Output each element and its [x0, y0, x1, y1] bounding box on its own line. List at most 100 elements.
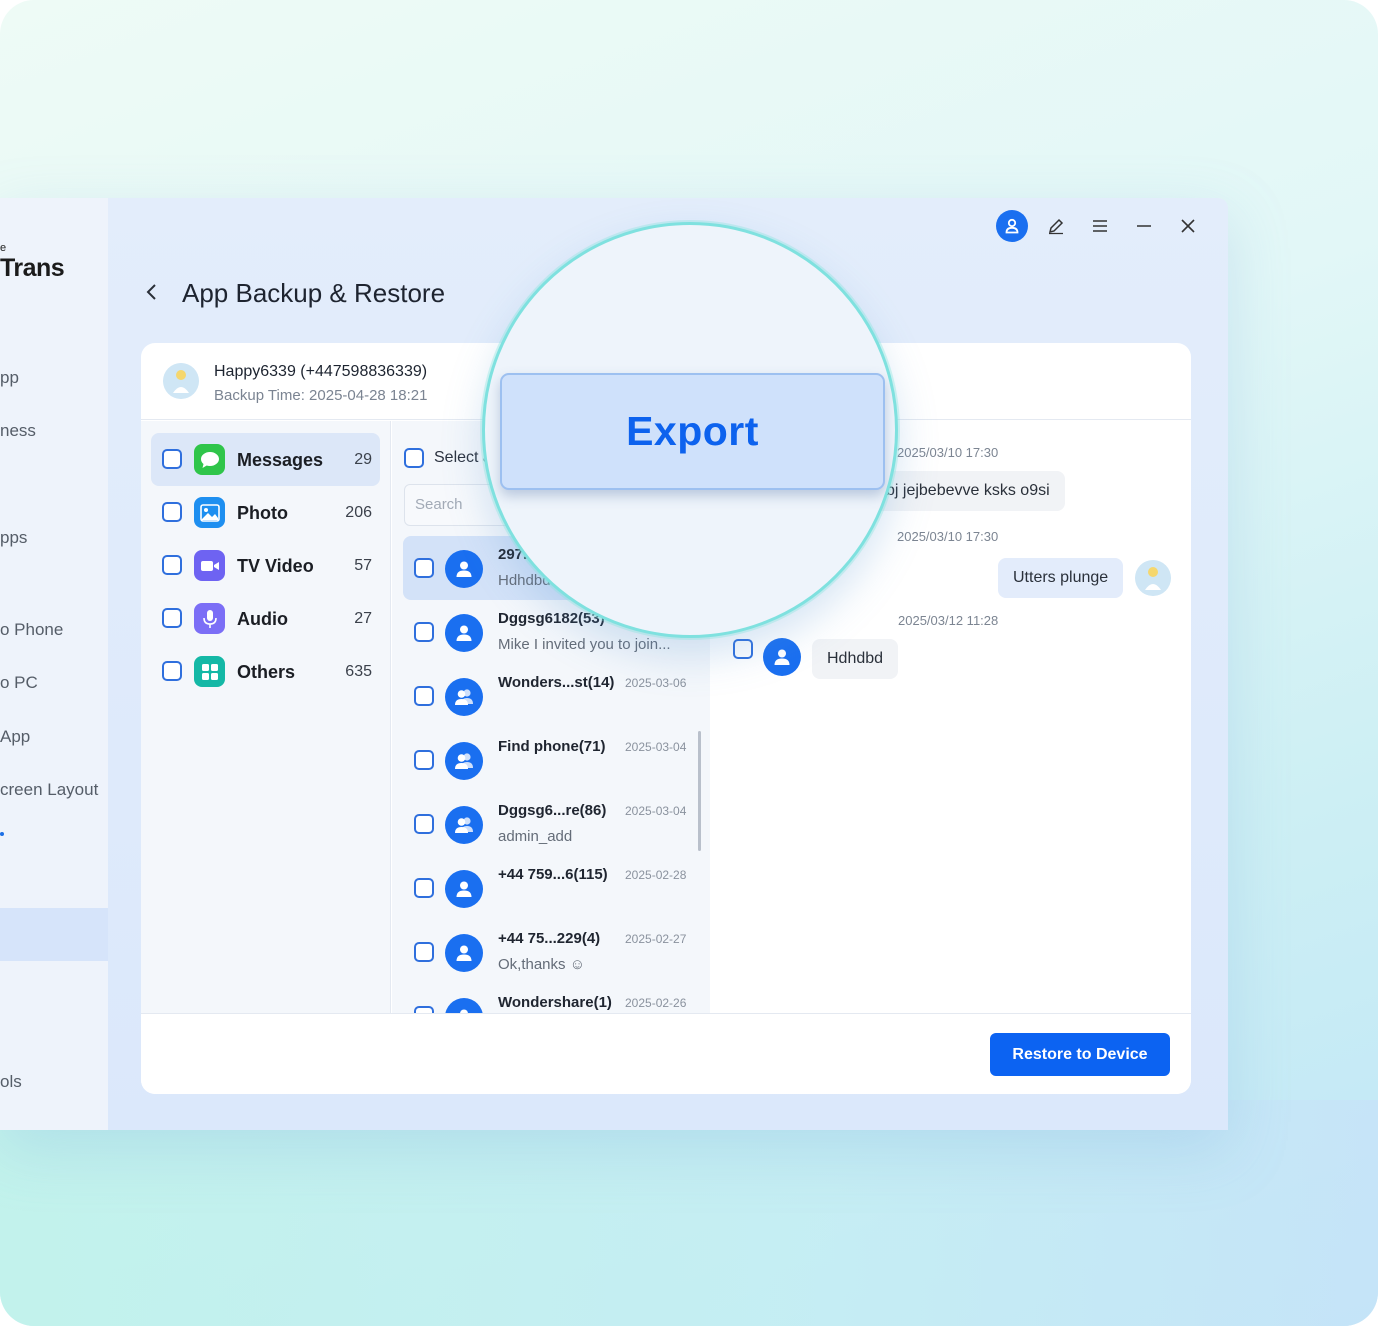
- conversation-name: Dggsg6182(53): [498, 610, 605, 627]
- conversation-preview: Ok,thanks ☺: [498, 956, 586, 973]
- conversation-name: Find phone(71): [498, 738, 606, 755]
- conversation-date: 2025-02-28: [625, 868, 687, 882]
- card-footer: Restore to Device: [141, 1013, 1191, 1094]
- sidebar-item[interactable]: ols: [0, 1072, 22, 1092]
- conversation-name: +44 759...6(115): [498, 866, 608, 883]
- conversation-date: 2025-03-04: [625, 804, 687, 818]
- conversation-name: +44 75...229(4): [498, 930, 601, 947]
- sidebar-item[interactable]: o PC: [0, 673, 38, 693]
- category-label: Photo: [237, 503, 288, 523]
- category-checkbox[interactable]: [162, 555, 182, 575]
- sidebar-item-active[interactable]: [0, 908, 108, 961]
- conversation-item[interactable]: +44 75...229(4) 2025-02-27 Ok,thanks ☺: [403, 920, 703, 984]
- search-placeholder: Search: [415, 496, 463, 513]
- conversation-checkbox[interactable]: [414, 878, 434, 898]
- conversation-date: 2025-02-26: [625, 996, 687, 1010]
- close-icon[interactable]: [1172, 210, 1204, 242]
- conversation-name: Wonders...st(14): [498, 674, 615, 691]
- conversation-date: 2025-03-04: [625, 740, 687, 754]
- back-chevron-icon[interactable]: [142, 278, 162, 308]
- category-checkbox[interactable]: [162, 502, 182, 522]
- category-photo[interactable]: Photo 206: [151, 486, 380, 539]
- sidebar: e Trans pp ness pps o Phone o PC App cre…: [0, 198, 108, 1130]
- conversation-item[interactable]: +44 759...6(115) 2025-02-28: [403, 856, 703, 920]
- sidebar-item[interactable]: ness: [0, 421, 36, 441]
- conversation-name: Dggsg6...re(86): [498, 802, 607, 819]
- photo-icon: [194, 497, 225, 528]
- category-checkbox[interactable]: [162, 661, 182, 681]
- category-audio[interactable]: Audio 27: [151, 592, 380, 645]
- select-all-checkbox[interactable]: [404, 448, 424, 468]
- background-glow: [0, 1100, 1378, 1326]
- list-scrollbar[interactable]: [698, 731, 701, 851]
- conversation-item[interactable]: Wonders...st(14) 2025-03-06: [403, 664, 703, 728]
- menu-icon[interactable]: [1084, 210, 1116, 242]
- group-avatar-icon: [445, 806, 483, 844]
- sidebar-item[interactable]: o Phone: [0, 620, 63, 640]
- conversation-item[interactable]: Dggsg6...re(86) 2025-03-04 admin_add: [403, 792, 703, 856]
- category-messages[interactable]: Messages 29: [151, 433, 380, 486]
- category-checkbox[interactable]: [162, 608, 182, 628]
- backup-account-name: Happy6339 (+447598836339): [214, 363, 428, 380]
- message-checkbox[interactable]: [733, 639, 753, 659]
- message-timestamp: 2025/03/12 11:28: [898, 613, 999, 628]
- category-list: Messages 29 Photo 206 TV Video 57 Audio …: [141, 421, 391, 1013]
- sidebar-item[interactable]: creen Layout: [0, 780, 98, 800]
- message-bubble: Hdhdbd: [812, 639, 899, 679]
- restore-to-device-button[interactable]: Restore to Device: [990, 1033, 1170, 1076]
- category-label: TV Video: [237, 556, 314, 576]
- video-icon: [194, 550, 225, 581]
- category-checkbox[interactable]: [162, 449, 182, 469]
- export-button[interactable]: Export: [500, 373, 885, 490]
- others-icon: [194, 656, 225, 687]
- contact-avatar-icon: [445, 614, 483, 652]
- conversation-checkbox[interactable]: [414, 622, 434, 642]
- category-count: 27: [354, 610, 372, 627]
- category-count: 635: [345, 663, 372, 680]
- account-icon[interactable]: [996, 210, 1028, 242]
- message-timestamp: 2025/03/10 17:30: [897, 445, 999, 460]
- avatar: [163, 363, 199, 399]
- category-count: 57: [354, 557, 372, 574]
- conversation-item[interactable]: Find phone(71) 2025-03-04: [403, 728, 703, 792]
- edit-icon[interactable]: [1040, 210, 1072, 242]
- window-toolbar: [996, 210, 1204, 242]
- messages-icon: [194, 444, 225, 475]
- category-label: Others: [237, 662, 296, 682]
- sidebar-item[interactable]: App: [0, 727, 30, 747]
- category-count: 29: [354, 451, 372, 468]
- group-avatar-icon: [445, 678, 483, 716]
- conversation-date: 2025-03-06: [625, 676, 687, 690]
- message-bubble: Utters plunge: [998, 558, 1124, 598]
- brand-prefix: e: [0, 242, 7, 254]
- avatar: [1135, 560, 1171, 596]
- group-avatar-icon: [445, 742, 483, 780]
- message-bubble: bj jejbebevve ksks o9si: [871, 471, 1065, 511]
- conversation-checkbox[interactable]: [414, 558, 434, 578]
- backup-time: Backup Time: 2025-04-28 18:21: [214, 387, 428, 404]
- conversation-preview: Mike I invited you to join...: [498, 636, 671, 653]
- sidebar-item[interactable]: pp: [0, 368, 19, 388]
- page-title: App Backup & Restore: [182, 278, 446, 308]
- contact-avatar-icon: [763, 638, 801, 676]
- conversation-preview: admin_add: [498, 828, 573, 845]
- conversation-name: Wondershare(1): [498, 994, 612, 1011]
- conversation-item[interactable]: Wondershare(1) 2025-02-26: [403, 984, 703, 1013]
- magnifier-callout: Export: [482, 222, 898, 638]
- category-tv-video[interactable]: TV Video 57: [151, 539, 380, 592]
- category-label: Messages: [237, 450, 324, 470]
- conversation-checkbox[interactable]: [414, 686, 434, 706]
- contact-avatar-icon: [445, 934, 483, 972]
- conversation-checkbox[interactable]: [414, 814, 434, 834]
- conversation-checkbox[interactable]: [414, 942, 434, 962]
- contact-avatar-icon: [445, 998, 483, 1013]
- minimize-icon[interactable]: [1128, 210, 1160, 242]
- category-count: 206: [345, 504, 372, 521]
- conversation-date: 2025-02-27: [625, 932, 687, 946]
- category-others[interactable]: Others 635: [151, 645, 380, 698]
- conversation-checkbox[interactable]: [414, 1006, 434, 1013]
- new-badge-dot: [0, 832, 4, 836]
- contact-avatar-icon: [445, 870, 483, 908]
- sidebar-item[interactable]: pps: [0, 528, 27, 548]
- conversation-checkbox[interactable]: [414, 750, 434, 770]
